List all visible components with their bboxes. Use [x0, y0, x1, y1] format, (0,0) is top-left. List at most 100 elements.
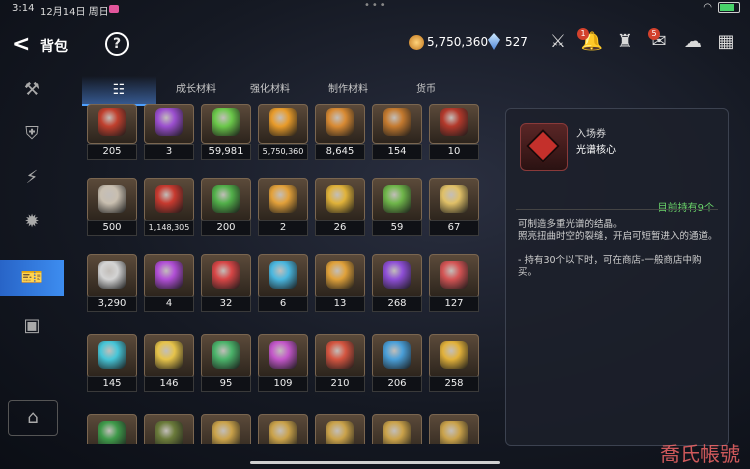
- inventory-slot[interactable]: 146: [144, 334, 194, 392]
- item-icon: [155, 108, 183, 136]
- inventory-slot[interactable]: 3,290: [87, 254, 137, 312]
- gem-icon: [488, 33, 500, 50]
- inventory-slot[interactable]: 59,981: [201, 104, 251, 162]
- item-quantity: 206: [372, 376, 422, 392]
- inventory-slot[interactable]: 32: [201, 254, 251, 312]
- item-icon: [326, 261, 354, 289]
- item-icon: [440, 341, 468, 369]
- inventory-slot[interactable]: 127: [429, 254, 479, 312]
- inventory-slot[interactable]: [87, 414, 137, 444]
- inventory-slot[interactable]: [144, 414, 194, 444]
- store-icon: ⌂: [27, 407, 39, 428]
- guild-icon[interactable]: ♜: [613, 30, 637, 54]
- inventory-slot[interactable]: 154: [372, 104, 422, 162]
- inventory-slot[interactable]: 268: [372, 254, 422, 312]
- watermark: 喬氏帳號: [660, 442, 740, 466]
- inventory-slot[interactable]: 26: [315, 178, 365, 236]
- tab-enhance-materials[interactable]: 强化材料: [238, 76, 302, 104]
- item-icon: [326, 421, 354, 444]
- sword-icon: ⚒: [23, 79, 41, 100]
- item-quantity: 59: [372, 220, 422, 236]
- item-quantity: 1,148,305: [144, 220, 194, 236]
- home-indicator[interactable]: [250, 461, 500, 464]
- back-icon[interactable]: <: [12, 32, 30, 57]
- sidebar-item-equipment[interactable]: ⚒: [10, 72, 54, 108]
- inventory-slot[interactable]: 258: [429, 334, 479, 392]
- item-owned-count: 目前持有9个: [658, 199, 714, 214]
- inventory-grid: 205 3 59,981 5,750,360 8,645 154 10 500 1,148,30…: [84, 104, 484, 444]
- chest-icon: ▣: [23, 315, 41, 336]
- item-icon: [98, 341, 126, 369]
- item-icon: [269, 421, 297, 444]
- inventory-slot[interactable]: 10: [429, 104, 479, 162]
- tab-craft-materials[interactable]: 制作材料: [316, 76, 380, 104]
- inventory-slot[interactable]: [372, 414, 422, 444]
- inventory-slot[interactable]: [429, 414, 479, 444]
- item-icon: [98, 261, 126, 289]
- help-button[interactable]: ?: [105, 32, 129, 56]
- inventory-slot[interactable]: 6: [258, 254, 308, 312]
- menu-grid-icon[interactable]: ▦: [714, 30, 738, 54]
- inventory-slot[interactable]: 4: [144, 254, 194, 312]
- inventory-slot[interactable]: 8,645: [315, 104, 365, 162]
- item-quantity: 32: [201, 296, 251, 312]
- inventory-slot[interactable]: 200: [201, 178, 251, 236]
- sidebar-item-accessory[interactable]: ✹: [10, 204, 54, 240]
- item-icon: [269, 185, 297, 213]
- inventory-slot[interactable]: 500: [87, 178, 137, 236]
- chat-icon[interactable]: ☁: [681, 30, 705, 54]
- gold-amount: 5,750,360: [427, 35, 489, 49]
- inventory-slot[interactable]: 145: [87, 334, 137, 392]
- inventory-slot[interactable]: 95: [201, 334, 251, 392]
- item-quantity: 210: [315, 376, 365, 392]
- inventory-slot[interactable]: 206: [372, 334, 422, 392]
- item-quantity: 268: [372, 296, 422, 312]
- item-quantity: 146: [144, 376, 194, 392]
- item-icon: [440, 108, 468, 136]
- item-icon: [440, 421, 468, 444]
- item-quantity: 2: [258, 220, 308, 236]
- item-quantity: 205: [87, 144, 137, 160]
- inventory-slot[interactable]: [315, 414, 365, 444]
- item-icon: [383, 261, 411, 289]
- inventory-slot[interactable]: [258, 414, 308, 444]
- inventory-slot[interactable]: 1,148,305: [144, 178, 194, 236]
- tab-currency[interactable]: 货币: [394, 76, 458, 104]
- item-quantity: 3: [144, 144, 194, 160]
- inventory-slot[interactable]: 109: [258, 334, 308, 392]
- inventory-slot[interactable]: [201, 414, 251, 444]
- sidebar-item-armor[interactable]: ⛨: [10, 116, 54, 152]
- tab-growth-materials[interactable]: 成长材料: [164, 76, 228, 104]
- tab-all[interactable]: ☷: [82, 76, 156, 106]
- shield-icon: ⛨: [25, 123, 39, 144]
- inventory-slot[interactable]: 3: [144, 104, 194, 162]
- inventory-slot[interactable]: 2: [258, 178, 308, 236]
- item-icon: [326, 185, 354, 213]
- item-icon: [212, 261, 240, 289]
- inventory-slot[interactable]: 5,750,360: [258, 104, 308, 162]
- auto-battle-icon[interactable]: ⚔: [546, 30, 570, 54]
- battery-icon: [718, 2, 740, 13]
- multitask-dots[interactable]: •••: [364, 0, 388, 11]
- recording-indicator: [109, 5, 119, 13]
- sidebar-item-chest[interactable]: ▣: [10, 308, 54, 344]
- item-icon: [383, 185, 411, 213]
- gem-amount: 527: [505, 35, 528, 49]
- item-quantity: 6: [258, 296, 308, 312]
- status-icons: ◠: [703, 2, 740, 13]
- inventory-slot[interactable]: 67: [429, 178, 479, 236]
- sidebar-store-button[interactable]: ⌂: [8, 400, 58, 436]
- item-icon: [440, 261, 468, 289]
- item-quantity: 3,290: [87, 296, 137, 312]
- sidebar-item-materials[interactable]: 🎫: [0, 260, 64, 296]
- inventory-slot[interactable]: 210: [315, 334, 365, 392]
- item-icon: [155, 261, 183, 289]
- inventory-slot[interactable]: 205: [87, 104, 137, 162]
- inventory-slot[interactable]: 59: [372, 178, 422, 236]
- sidebar-item-skill[interactable]: ⚡: [10, 160, 54, 196]
- inventory-slot[interactable]: 13: [315, 254, 365, 312]
- item-icon: [383, 108, 411, 136]
- top-bar: < 背包 ? 5,750,360 527 ⚔ 🔔 1 ♜ ✉ 5 ☁ ▦: [0, 22, 750, 66]
- item-icon: [326, 108, 354, 136]
- item-icon: [98, 108, 126, 136]
